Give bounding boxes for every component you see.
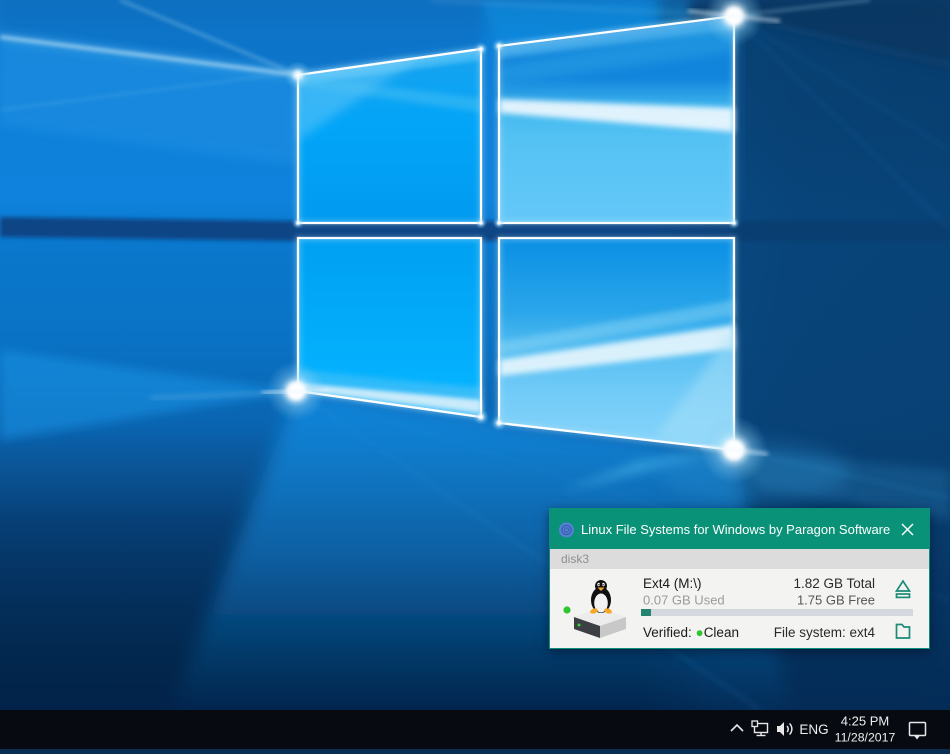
svg-text:11/28/2017: 11/28/2017	[835, 731, 896, 745]
svg-text:File system: ext4: File system: ext4	[774, 625, 876, 640]
svg-text:1.82 GB Total: 1.82 GB Total	[793, 576, 875, 591]
svg-text:1.75 GB Free: 1.75 GB Free	[797, 593, 875, 608]
svg-text:Ext4 (M:\): Ext4 (M:\)	[643, 576, 702, 591]
svg-text:0.07 GB Used: 0.07 GB Used	[643, 593, 725, 608]
svg-text:4:25 PM: 4:25 PM	[841, 714, 889, 729]
svg-text:Verified: ●Clean: Verified: ●Clean	[643, 625, 739, 640]
svg-text:ENG: ENG	[799, 722, 828, 737]
